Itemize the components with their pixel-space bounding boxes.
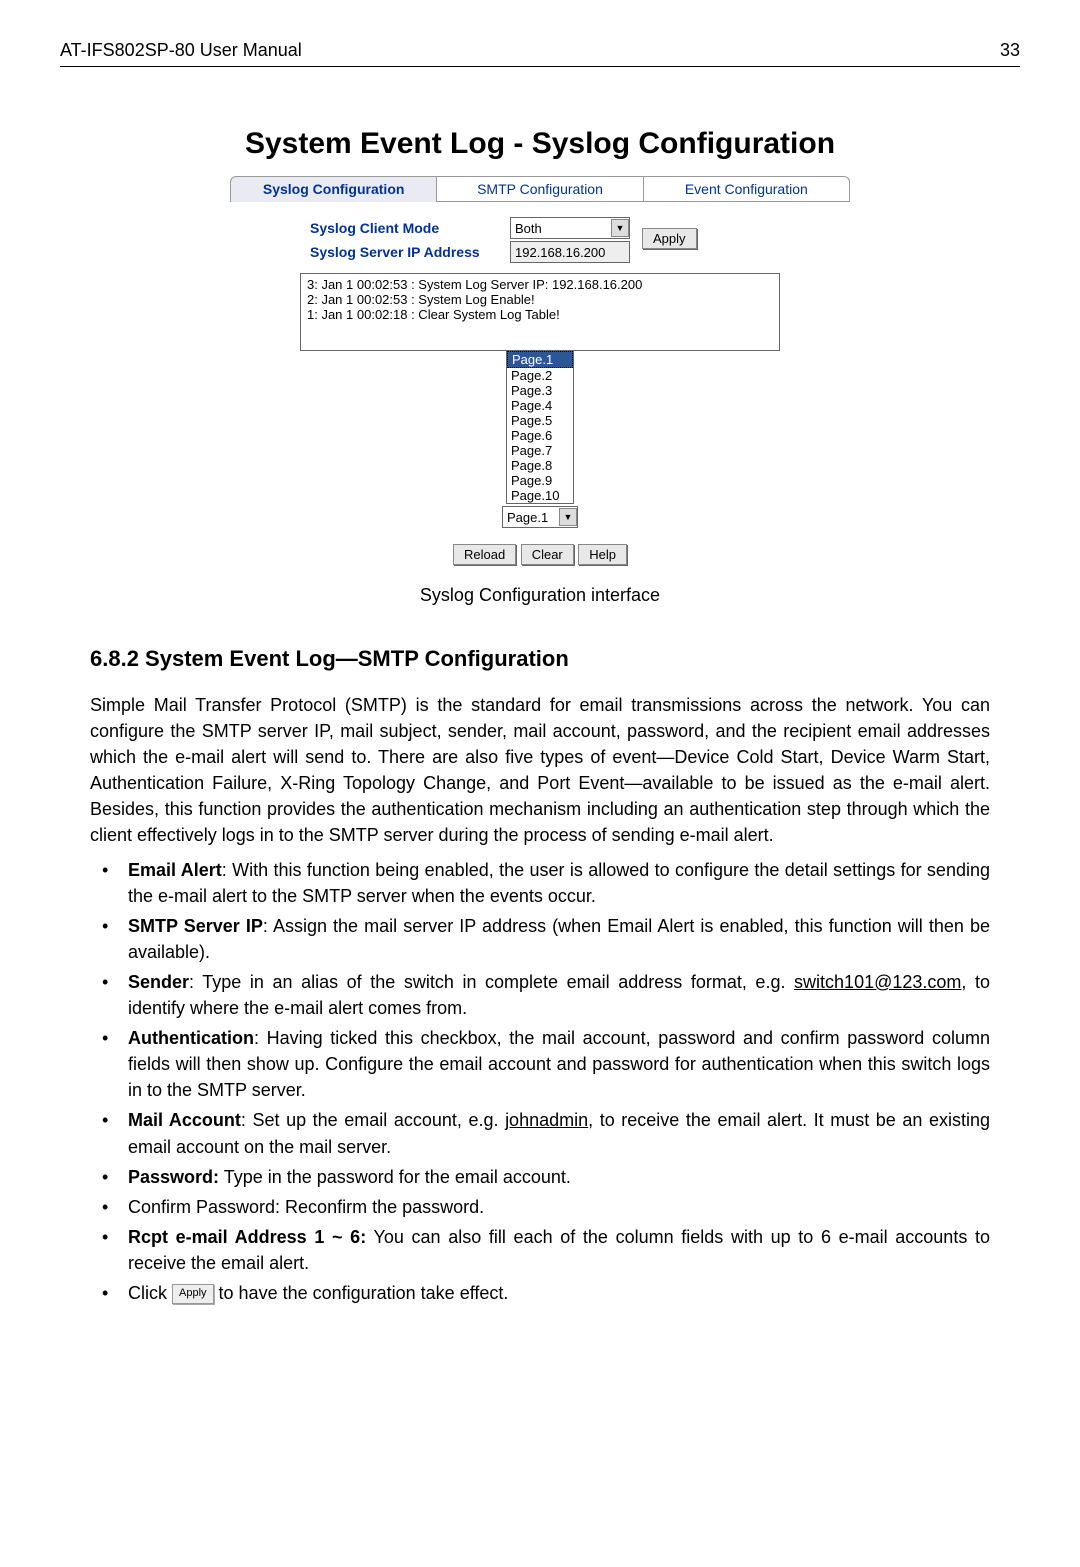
page-listbox[interactable]: Page.1 Page.2 Page.3 Page.4 Page.5 Page.… [506,351,574,504]
mode-select[interactable]: Both ▼ [510,217,630,239]
tabs: Syslog Configuration SMTP Configuration … [230,176,850,202]
figure-caption: Syslog Configuration interface [90,585,990,606]
page-header: AT-IFS802SP-80 User Manual 33 [60,40,1020,67]
bullet-smtp-ip: SMTP Server IP: Assign the mail server I… [100,913,990,965]
bullet-text: : Having ticked this checkbox, the mail … [128,1028,990,1100]
page-number: 33 [1000,40,1020,61]
bullet-label: Authentication [128,1028,254,1048]
bullet-authentication: Authentication: Having ticked this check… [100,1025,990,1103]
email-link[interactable]: switch101@123.com [794,972,961,992]
chevron-down-icon: ▼ [559,508,577,526]
account-link[interactable]: johnadmin [505,1110,588,1130]
header-title: AT-IFS802SP-80 User Manual [60,40,302,61]
page-item-1[interactable]: Page.1 [507,351,573,368]
bullet-text: Type in the password for the email accou… [219,1167,571,1187]
log-line: 3: Jan 1 00:02:53 : System Log Server IP… [307,277,773,292]
bullet-label: Password: [128,1167,219,1187]
bullet-rcpt: Rcpt e-mail Address 1 ~ 6: You can also … [100,1224,990,1276]
bullet-label: SMTP Server IP [128,916,263,936]
page-item-8[interactable]: Page.8 [507,458,573,473]
clear-button[interactable]: Clear [521,544,574,565]
config-panel: Syslog Client Mode Both ▼ Apply Syslog S… [290,217,790,263]
page-select-value: Page.1 [507,510,548,525]
log-line: 1: Jan 1 00:02:18 : Clear System Log Tab… [307,307,773,322]
intro-paragraph: Simple Mail Transfer Protocol (SMTP) is … [90,692,990,849]
page-title: System Event Log - Syslog Configuration [90,127,990,161]
bullet-confirm-password: Confirm Password: Reconfirm the password… [100,1194,990,1220]
page-item-9[interactable]: Page.9 [507,473,573,488]
bullet-pre: Click [128,1283,172,1303]
chevron-down-icon: ▼ [611,219,629,237]
bullet-mail-account: Mail Account: Set up the email account, … [100,1107,990,1159]
bullet-list: Email Alert: With this function being en… [90,857,990,1307]
bullet-label: Email Alert [128,860,222,880]
bullet-label: Mail Account [128,1110,241,1130]
mode-value: Both [515,221,542,236]
bullet-sender: Sender: Type in an alias of the switch i… [100,969,990,1021]
bullet-password: Password: Type in the password for the e… [100,1164,990,1190]
page-select[interactable]: Page.1 ▼ [502,506,578,528]
help-button[interactable]: Help [578,544,627,565]
page-item-10[interactable]: Page.10 [507,488,573,503]
apply-button[interactable]: Apply [642,228,697,249]
ip-label: Syslog Server IP Address [290,244,510,260]
section-heading: 6.8.2 System Event Log—SMTP Configuratio… [90,646,990,672]
bullet-pre: : Set up the email account, e.g. [241,1110,505,1130]
mode-label: Syslog Client Mode [290,220,510,236]
bullet-post: to have the configuration take effect. [214,1283,509,1303]
log-textarea[interactable]: 3: Jan 1 00:02:53 : System Log Server IP… [300,273,780,351]
page-item-4[interactable]: Page.4 [507,398,573,413]
page-item-7[interactable]: Page.7 [507,443,573,458]
page-item-5[interactable]: Page.5 [507,413,573,428]
action-buttons: Reload Clear Help [90,544,990,565]
reload-button[interactable]: Reload [453,544,516,565]
tab-event[interactable]: Event Configuration [644,176,850,202]
page-item-2[interactable]: Page.2 [507,368,573,383]
bullet-email-alert: Email Alert: With this function being en… [100,857,990,909]
bullet-text: Confirm Password: Reconfirm the password… [128,1197,484,1217]
log-line: 2: Jan 1 00:02:53 : System Log Enable! [307,292,773,307]
tab-syslog[interactable]: Syslog Configuration [230,176,437,202]
main-content: System Event Log - Syslog Configuration … [0,67,1080,1306]
bullet-label: Sender [128,972,189,992]
tab-smtp[interactable]: SMTP Configuration [437,176,643,202]
apply-inline-button: Apply [172,1284,214,1304]
page-item-6[interactable]: Page.6 [507,428,573,443]
page-item-3[interactable]: Page.3 [507,383,573,398]
bullet-pre: : Type in an alias of the switch in comp… [189,972,794,992]
bullet-click-apply: Click Apply to have the configuration ta… [100,1280,990,1306]
ip-value[interactable]: 192.168.16.200 [510,241,630,263]
bullet-label: Rcpt e-mail Address 1 ~ 6: [128,1227,366,1247]
bullet-text: : With this function being enabled, the … [128,860,990,906]
